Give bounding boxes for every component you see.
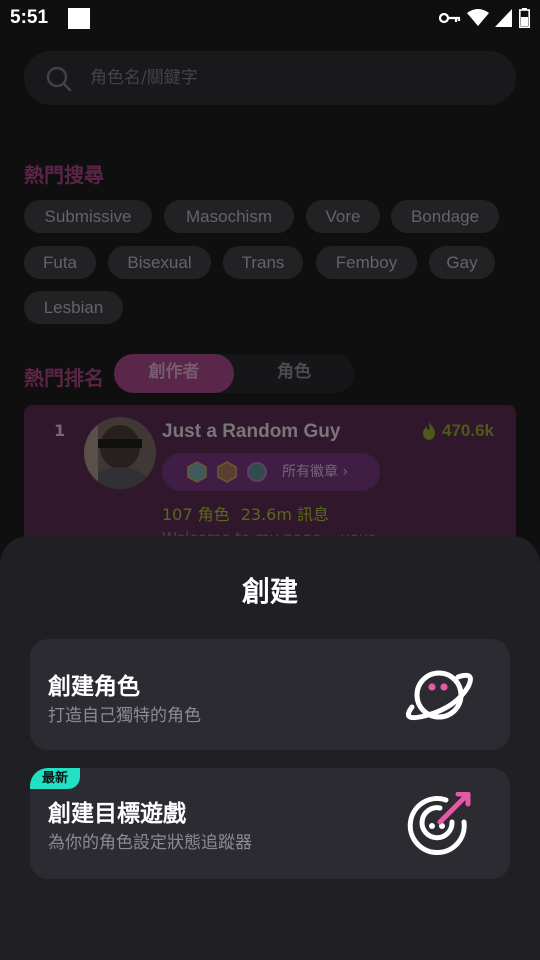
- create-bottom-sheet: 創建 創建角色 打造自己獨特的角色 最新 創建目標遊戲 為你的角色設定狀態追蹤器: [0, 536, 540, 960]
- planet-icon: [406, 670, 473, 721]
- option-title: 創建目標遊戲: [48, 801, 186, 827]
- option-title: 創建角色: [48, 674, 140, 700]
- vpn-key-icon: [439, 12, 461, 24]
- status-time: 5:51: [10, 7, 49, 28]
- option-subtitle: 為你的角色設定狀態追蹤器: [48, 833, 252, 853]
- new-badge: 最新: [30, 768, 81, 789]
- create-character-option[interactable]: 創建角色 打造自己獨特的角色: [30, 639, 510, 750]
- notification-icon: [68, 8, 90, 29]
- target-icon: [407, 792, 471, 856]
- status-bar: 5:51: [0, 0, 540, 36]
- signal-icon: [495, 9, 512, 27]
- sheet-title: 創建: [241, 575, 298, 608]
- status-icons: [439, 8, 530, 28]
- create-target-game-option[interactable]: 最新 創建目標遊戲 為你的角色設定狀態追蹤器: [30, 768, 510, 879]
- battery-icon: [519, 8, 530, 28]
- option-subtitle: 打造自己獨特的角色: [48, 706, 201, 726]
- wifi-icon: [467, 9, 489, 26]
